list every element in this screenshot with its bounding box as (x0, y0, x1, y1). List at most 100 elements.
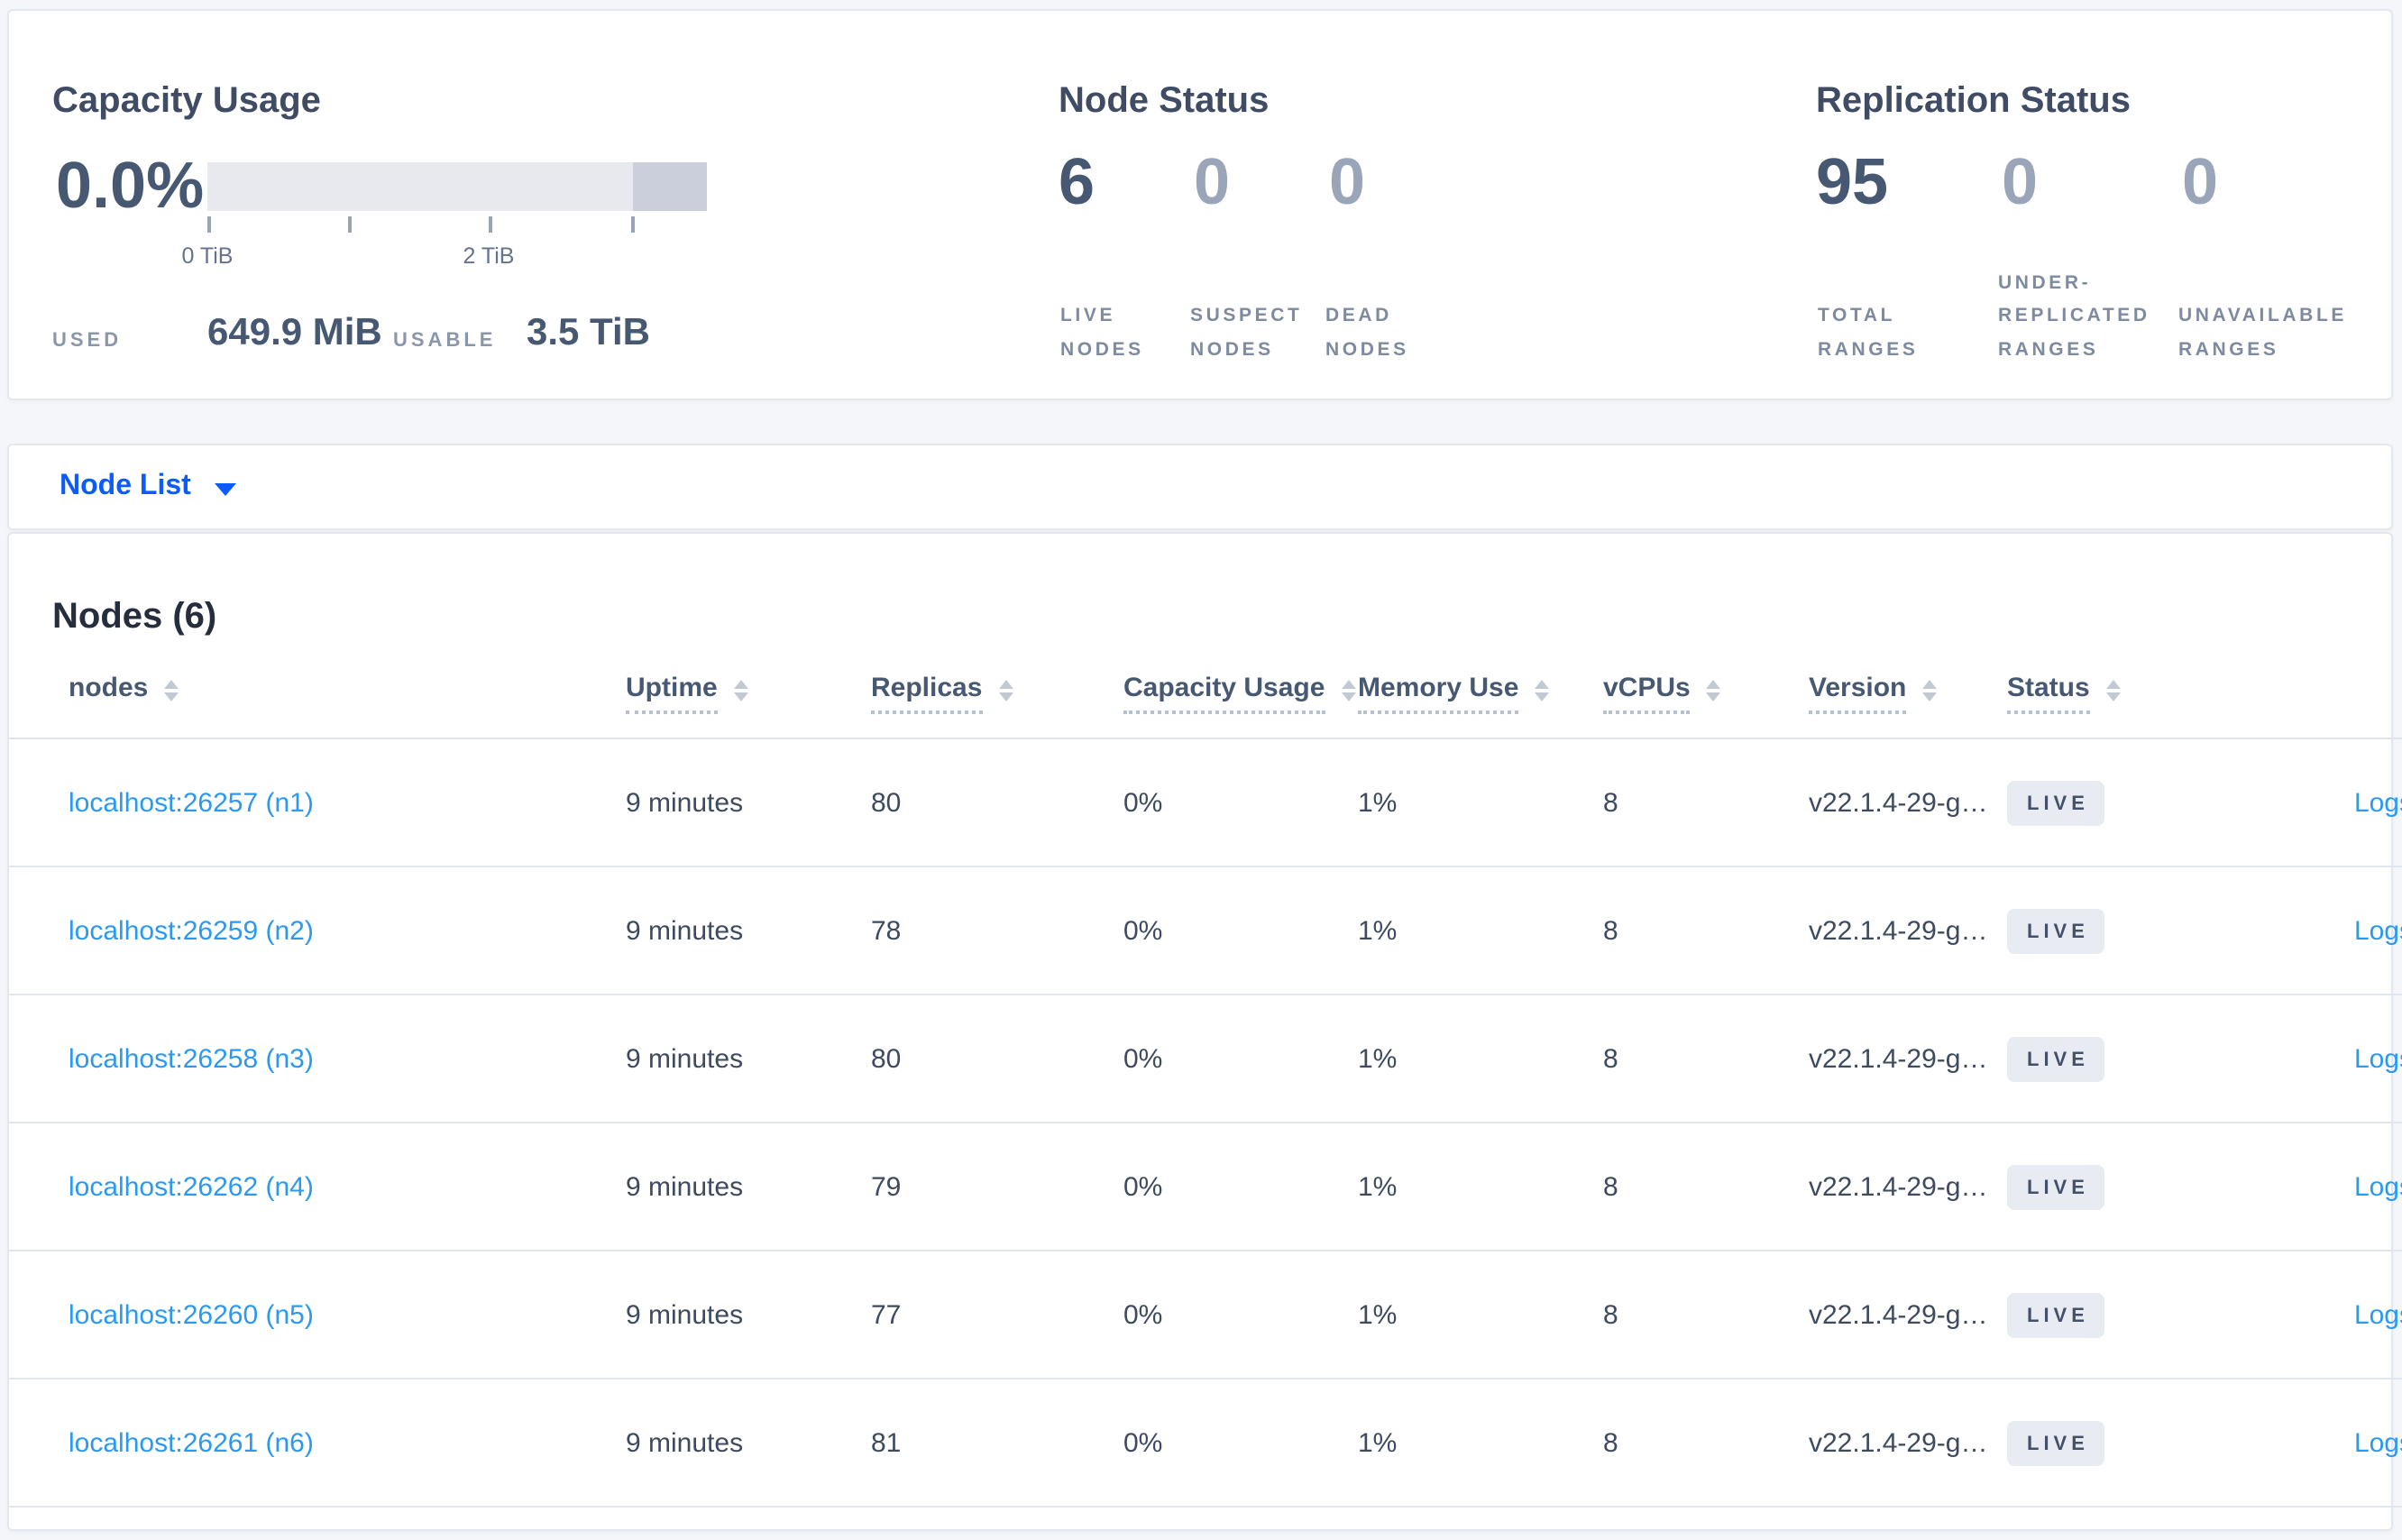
column-header-label: Memory Use (1358, 673, 1519, 714)
table-row: localhost:26262 (n4) 9 minutes 79 0% 1% 8 v22.… (9, 1123, 2402, 1251)
logs-link[interactable]: Logs (2354, 1171, 2402, 1202)
version-cell: v22.1.4-29-g… (1809, 1251, 2007, 1380)
logs-link[interactable]: Logs (2354, 1427, 2402, 1458)
sort-icon[interactable] (733, 679, 748, 702)
node-link[interactable]: localhost:26258 (n3) (69, 1043, 314, 1074)
logs-cell: Logs (2214, 738, 2402, 867)
under-replicated-ranges-label: UNDER-REPLICATED RANGES (1998, 271, 2150, 360)
version-cell: v22.1.4-29-g… (1809, 866, 2007, 995)
node-link[interactable]: localhost:26259 (n2) (69, 915, 314, 946)
status-badge: LIVE (2007, 1164, 2105, 1209)
vcpus-cell: 8 (1603, 866, 1809, 995)
node-link[interactable]: localhost:26262 (n4) (69, 1171, 314, 1202)
capacity-axis-label-2: 2 TiB (463, 243, 515, 269)
replicas-cell: 81 (871, 1379, 1123, 1508)
sort-icon[interactable] (998, 679, 1013, 702)
logs-cell: Logs (2214, 1123, 2402, 1251)
column-header-label: Replicas (871, 673, 983, 714)
version-cell: v22.1.4-29-g… (1809, 1379, 2007, 1508)
node-cell: localhost:26257 (n1) (9, 738, 626, 867)
nodes-table-title: Nodes (6) (52, 596, 217, 637)
sort-icon[interactable] (1706, 679, 1721, 702)
live-nodes-label: LIVE NODES (1060, 305, 1144, 360)
column-header-label: Version (1809, 673, 1907, 714)
logs-link[interactable]: Logs (2354, 915, 2402, 946)
memory-use-cell: 1% (1358, 1251, 1603, 1380)
status-badge: LIVE (2007, 908, 2105, 953)
logs-cell: Logs (2214, 1251, 2402, 1380)
logs-cell: Logs (2214, 1379, 2402, 1508)
capacity-axis-label-0: 0 TiB (181, 243, 234, 269)
node-status-title: Node Status (1059, 80, 1270, 121)
table-row: localhost:26257 (n1) 9 minutes 80 0% 1% 8 v22.… (9, 738, 2402, 867)
replication-status-title: Replication Status (1816, 80, 2131, 121)
capacity-usage-cell: 0% (1123, 1251, 1358, 1380)
suspect-nodes-label: SUSPECT NODES (1190, 305, 1303, 360)
vcpus-cell: 8 (1603, 1251, 1809, 1380)
sort-icon[interactable] (2105, 679, 2121, 702)
column-header-capacity-usage[interactable]: Capacity Usage (1123, 649, 1358, 739)
suspect-nodes-count: 0 (1194, 144, 1231, 218)
node-list-dropdown-label: Node List (60, 471, 191, 501)
replicas-cell: 79 (871, 1123, 1123, 1251)
capacity-usage-cell: 0% (1123, 866, 1358, 995)
node-link[interactable]: localhost:26261 (n6) (69, 1427, 314, 1458)
logs-link[interactable]: Logs (2354, 1043, 2402, 1074)
column-header-nodes[interactable]: nodes (9, 649, 626, 739)
uptime-cell: 9 minutes (626, 866, 871, 995)
node-cell: localhost:26262 (n4) (9, 1123, 626, 1251)
node-cell: localhost:26261 (n6) (9, 1379, 626, 1508)
status-badge: LIVE (2007, 1036, 2105, 1081)
status-cell: LIVE (2007, 866, 2214, 995)
logs-cell: Logs (2214, 995, 2402, 1123)
capacity-used-label: USED (52, 330, 123, 352)
node-link[interactable]: localhost:26257 (n1) (69, 787, 314, 818)
sort-icon[interactable] (1922, 679, 1938, 702)
table-row: localhost:26259 (n2) 9 minutes 78 0% 1% 8 v22.… (9, 866, 2402, 995)
memory-use-cell: 1% (1358, 738, 1603, 867)
node-list-dropdown[interactable]: Node List (60, 445, 236, 528)
sort-icon[interactable] (1535, 679, 1550, 702)
memory-use-cell: 1% (1358, 1123, 1603, 1251)
version-cell: v22.1.4-29-g… (1809, 738, 2007, 867)
column-header-vcpus[interactable]: vCPUs (1603, 649, 1809, 739)
capacity-usage-cell: 0% (1123, 1379, 1358, 1508)
column-header-label: nodes (69, 673, 149, 703)
node-cell: localhost:26260 (n5) (9, 1251, 626, 1380)
live-nodes-count: 6 (1059, 144, 1096, 218)
capacity-usage-bar (207, 162, 707, 211)
logs-link[interactable]: Logs (2354, 1299, 2402, 1330)
replicas-cell: 78 (871, 866, 1123, 995)
column-header-label: vCPUs (1603, 673, 1691, 714)
cluster-summary-panel: Capacity Usage /* placeholder removed by… (7, 9, 2393, 400)
capacity-usage-cell: 0% (1123, 738, 1358, 867)
node-link[interactable]: localhost:26260 (n5) (69, 1299, 314, 1330)
column-header-logs (2214, 649, 2402, 739)
unavailable-ranges-count: 0 (2182, 144, 2219, 218)
column-header-memory-use[interactable]: Memory Use (1358, 649, 1603, 739)
column-header-replicas[interactable]: Replicas (871, 649, 1123, 739)
status-cell: LIVE (2007, 738, 2214, 867)
status-cell: LIVE (2007, 1123, 2214, 1251)
sort-icon[interactable] (1341, 679, 1356, 702)
uptime-cell: 9 minutes (626, 1251, 871, 1380)
table-header-row: nodes Uptime Replicas Capacity Usage Memory … (9, 649, 2402, 739)
logs-link[interactable]: Logs (2354, 787, 2402, 818)
column-header-uptime[interactable]: Uptime (626, 649, 871, 739)
vcpus-cell: 8 (1603, 1379, 1809, 1508)
table-row: localhost:26261 (n6) 9 minutes 81 0% 1% 8 v22.… (9, 1379, 2402, 1508)
column-header-status[interactable]: Status (2007, 649, 2214, 739)
sort-icon[interactable] (164, 679, 179, 702)
db-console-overview: Capacity Usage /* placeholder removed by… (0, 0, 2402, 1540)
memory-use-cell: 1% (1358, 1379, 1603, 1508)
capacity-usage-cell: 0% (1123, 1123, 1358, 1251)
column-header-label: Status (2007, 673, 2090, 714)
vcpus-cell: 8 (1603, 738, 1809, 867)
uptime-cell: 9 minutes (626, 738, 871, 867)
capacity-usage-title: Capacity Usage (52, 80, 321, 121)
replicas-cell: 80 (871, 738, 1123, 867)
capacity-usable-value: 3.5 TiB (527, 312, 650, 353)
table-row: localhost:26260 (n5) 9 minutes 77 0% 1% 8 v22.… (9, 1251, 2402, 1380)
column-header-version[interactable]: Version (1809, 649, 2007, 739)
total-ranges-label: TOTAL RANGES (1818, 305, 1919, 360)
